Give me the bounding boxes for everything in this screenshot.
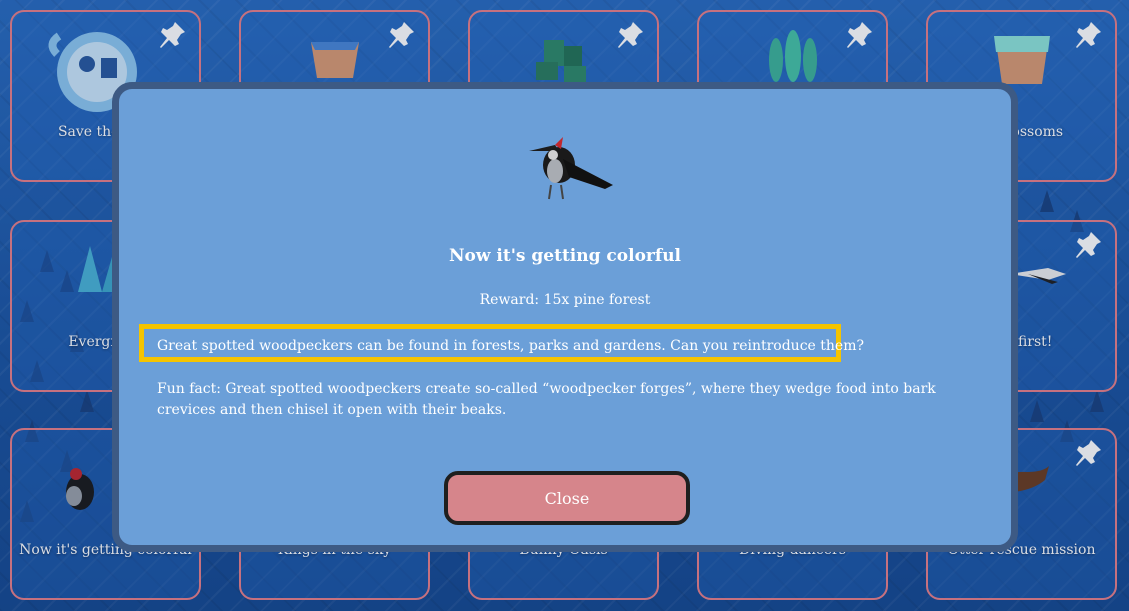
- woodpecker-icon: [529, 137, 613, 200]
- reward-text: Reward: 15x pine forest: [479, 292, 651, 308]
- close-button[interactable]: Close: [444, 471, 690, 525]
- fun-fact-text: Fun fact: Great spotted woodpeckers crea…: [157, 381, 936, 418]
- challenge-detail-modal: Now it's getting colorful Reward: 15x pi…: [112, 82, 1018, 552]
- modal-title: Now it's getting colorful: [448, 246, 682, 266]
- quest-description: Great spotted woodpeckers can be found i…: [157, 338, 864, 354]
